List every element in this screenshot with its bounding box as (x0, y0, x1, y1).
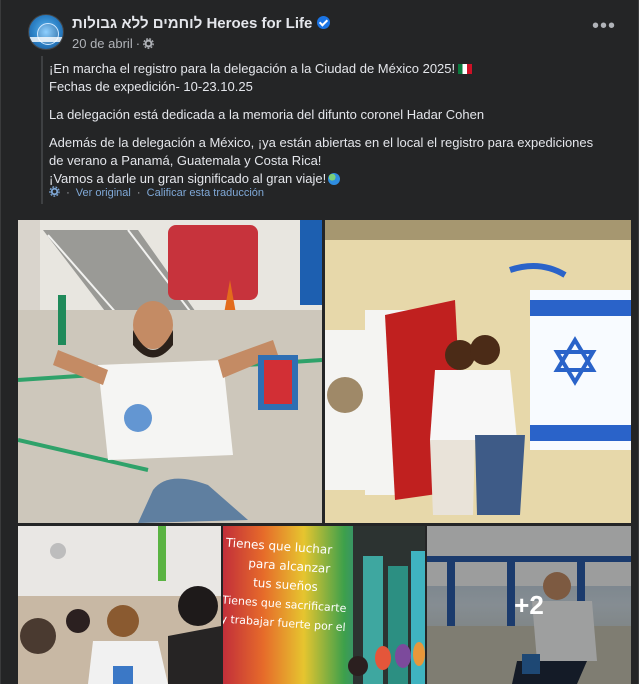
post-meta: 20 de abril · (72, 36, 154, 51)
post-photo-3[interactable] (18, 526, 221, 684)
post-paragraph-2: Fechas de expedición- 10-23.10.25 (49, 79, 253, 94)
page-avatar[interactable] (28, 14, 64, 50)
translation-bar: · Ver original · Calificar esta traducci… (49, 186, 264, 199)
post-paragraph-1: ¡En marcha el registro para la delegació… (49, 61, 456, 76)
post-photo-5[interactable]: +2 (427, 526, 631, 684)
more-options-icon[interactable]: ••• (592, 16, 616, 40)
page-name-link[interactable]: לוחמים ללא גבולות Heroes for Life (72, 15, 331, 32)
post-paragraph-3: La delegación está dedicada a la memoria… (49, 107, 485, 122)
post-photo-4[interactable]: Tienes que luchar para alcanzar tus sueñ… (223, 526, 425, 684)
post-paragraph-4: Además de la delegación a México, ¡ya es… (49, 135, 594, 168)
post-body: ¡En marcha el registro para la delegació… (49, 60, 609, 188)
rate-translation-link[interactable]: Calificar esta traducción (147, 187, 264, 199)
see-original-link[interactable]: Ver original (76, 187, 131, 199)
post-photo-1[interactable] (18, 220, 322, 523)
post-photo-2[interactable] (325, 220, 631, 523)
logo-band (29, 37, 63, 42)
post-paragraph-5: ¡Vamos a darle un gran significado al gr… (49, 171, 327, 186)
verified-badge-icon (317, 16, 331, 29)
gear-icon[interactable] (143, 38, 154, 49)
translation-quote-bar (41, 56, 43, 204)
photo-1-image (18, 220, 322, 523)
translate-gear-icon (49, 186, 60, 197)
mexico-flag-icon (458, 64, 473, 74)
post-date[interactable]: 20 de abril (72, 36, 133, 51)
more-photos-overlay[interactable]: +2 (427, 526, 631, 684)
globe-emoji-icon (328, 173, 341, 185)
more-photos-count[interactable]: +2 (514, 590, 544, 621)
photo-3-image (18, 526, 221, 684)
photo-2-image (325, 220, 631, 523)
post-header: לוחמים ללא גבולות Heroes for Life 20 de … (17, 14, 624, 54)
post-card: לוחמים ללא גבולות Heroes for Life 20 de … (0, 0, 639, 684)
page-name-text[interactable]: לוחמים ללא גבולות Heroes for Life (72, 15, 312, 32)
mural-text: Tienes que luchar para alcanzar tus sueñ… (223, 535, 347, 635)
